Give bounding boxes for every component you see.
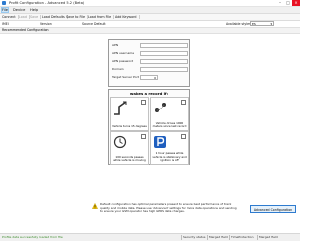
- imei-label: IMEI: [2, 22, 9, 26]
- apn-input[interactable]: [140, 43, 188, 48]
- toolbar: Connect Load Save Load Defaults Save to …: [0, 14, 300, 21]
- panel-title: Recommended Configuration: [2, 28, 49, 32]
- warning-icon: [92, 203, 98, 209]
- save-to-file-button[interactable]: Save to File: [66, 15, 89, 19]
- apn-username-row: APN username: [112, 51, 188, 56]
- status-merged-field-1: Merged field: [209, 235, 228, 239]
- status-time-protection: TimeProtection: [231, 235, 254, 239]
- clock-moving-icon: [113, 135, 127, 149]
- status-bar: Profile data successfully loaded from fi…: [0, 233, 300, 241]
- parking-icon: [154, 136, 166, 148]
- advanced-configuration-button[interactable]: Advanced Configuration: [250, 205, 296, 213]
- status-security: Security status: [183, 235, 206, 239]
- menu-bar: File Device Help: [0, 7, 300, 14]
- panel-header: Recommended Configuration: [0, 28, 300, 34]
- device-info-bar: IMEI Version Source Default Available st…: [0, 21, 300, 28]
- app-window: Profit Configuration - Advanced 5.2 (Bet…: [0, 0, 300, 248]
- wake-caption-turn: Vehicle turns 15 degrees: [112, 123, 147, 128]
- save-button[interactable]: Save: [30, 15, 42, 19]
- road-turn-icon: [114, 101, 127, 115]
- source-label: Source: [82, 22, 93, 26]
- apn-row: APN: [112, 43, 188, 48]
- wake-cell-turn[interactable]: Vehicle turns 15 degrees: [110, 97, 149, 131]
- apn-password-label: APN password: [112, 59, 134, 63]
- add-keyword-button[interactable]: Add Keyword: [115, 15, 140, 19]
- status-merged-field-2: Merged field: [259, 235, 278, 239]
- available-styles-label: Available styles: [226, 22, 251, 26]
- wake-cell-parking[interactable]: 1 hour passes while vehicle is stationar…: [150, 131, 189, 165]
- parking-checkbox[interactable]: [181, 134, 186, 139]
- status-message: Profile data successfully loaded from fi…: [2, 235, 63, 239]
- title-bar: Profit Configuration - Advanced 5.2 (Bet…: [0, 0, 300, 7]
- source-value: Default: [94, 22, 106, 26]
- connect-button[interactable]: Connect: [2, 15, 19, 19]
- load-defaults-button[interactable]: Load Defaults: [42, 15, 68, 19]
- domain-label: Domain: [112, 67, 124, 71]
- menu-file[interactable]: File: [0, 7, 10, 13]
- window-title: Profit Configuration - Advanced 5.2 (Bet…: [9, 1, 85, 5]
- wake-conditions-box: wakes a record if: Vehicle turns 15 degr…: [108, 89, 190, 165]
- configuration-note: Default configuration has optimal parame…: [100, 202, 237, 214]
- target-port-row: Target Server Port 0: [112, 75, 188, 80]
- wake-title: wakes a record if:: [129, 91, 169, 96]
- apn-password-input[interactable]: [140, 59, 188, 64]
- domain-row: Domain: [112, 67, 188, 72]
- domain-input[interactable]: [140, 67, 188, 72]
- style-select[interactable]: ES ▾: [250, 21, 274, 26]
- turn-checkbox[interactable]: [141, 100, 146, 105]
- app-icon: [2, 1, 6, 5]
- distance-checkbox[interactable]: [181, 100, 186, 105]
- chevron-down-icon: ▾: [270, 22, 272, 26]
- wake-caption-time-moving: 100 seconds passes while vehicle is movi…: [113, 154, 146, 162]
- wake-cell-time-moving[interactable]: 100 seconds passes while vehicle is movi…: [110, 131, 149, 165]
- apn-label: APN: [112, 43, 119, 47]
- status-divider: [207, 235, 208, 240]
- wake-caption-distance: Vehicle drives 1000 meters since last re…: [152, 120, 187, 128]
- wake-caption-parking: 1 hour passes while vehicle is stationar…: [152, 151, 187, 162]
- target-port-stepper[interactable]: 0: [140, 75, 158, 80]
- menu-help[interactable]: Help: [30, 8, 38, 12]
- style-select-value: ES: [252, 22, 256, 26]
- target-port-label: Target Server Port: [112, 75, 139, 79]
- wake-cell-distance[interactable]: Vehicle drives 1000 meters since last re…: [150, 97, 189, 131]
- apn-username-input[interactable]: [140, 51, 188, 56]
- status-divider: [257, 235, 258, 240]
- apn-username-label: APN username: [112, 51, 135, 55]
- close-button[interactable]: ×: [292, 0, 300, 6]
- minimize-button[interactable]: –: [276, 0, 284, 6]
- apn-password-row: APN password: [112, 59, 188, 64]
- load-from-file-button[interactable]: Load from File: [88, 15, 115, 19]
- version-label: Version: [40, 22, 52, 26]
- distance-icon: [155, 103, 166, 112]
- time-moving-checkbox[interactable]: [141, 134, 146, 139]
- menu-device[interactable]: Device: [13, 8, 25, 12]
- status-divider: [229, 235, 230, 240]
- load-button[interactable]: Load: [19, 15, 30, 19]
- maximize-button[interactable]: □: [284, 0, 292, 6]
- connection-settings-box: APN APN username APN password Domain Tar…: [108, 39, 190, 87]
- status-divider: [181, 235, 182, 240]
